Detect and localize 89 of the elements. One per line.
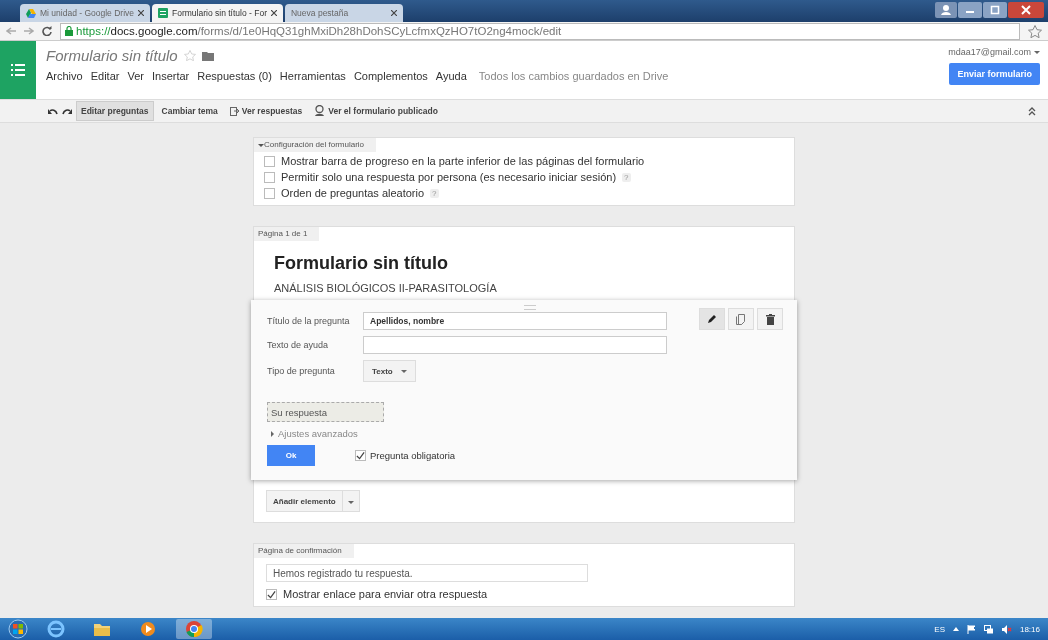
taskbar-button[interactable] (176, 619, 212, 639)
save-status: Todos los cambios guardados en Drive (478, 70, 669, 82)
checkbox[interactable] (264, 187, 275, 199)
field-label: Tipo de pregunta (267, 366, 336, 376)
checkbox[interactable] (264, 171, 275, 183)
menu-item[interactable]: Respuestas (0) (197, 70, 272, 82)
chevron-up-icon[interactable] (952, 627, 959, 631)
menu-item[interactable]: Archivo (46, 70, 83, 82)
close-icon[interactable] (270, 10, 277, 16)
language-indicator[interactable]: ES (934, 624, 945, 634)
caret-icon (271, 430, 274, 437)
menu-item[interactable]: Herramientas (279, 70, 346, 82)
folder-icon[interactable] (201, 50, 214, 61)
maximize-icon[interactable] (983, 2, 1007, 18)
toolbar-button[interactable]: Ver respuestas (225, 102, 307, 120)
flag-icon[interactable] (966, 624, 976, 634)
play-icon[interactable] (140, 621, 156, 637)
reload-icon[interactable] (42, 26, 52, 36)
menu-item[interactable]: Insertar (151, 70, 190, 82)
ok-button[interactable]: Ok (267, 445, 315, 466)
address-bar[interactable]: https://docs.google.com/forms/d/1e0HqQ31ghMxiDh28hDohSCyLcfmxQzHO7tO2ng4mock/edit (60, 22, 1020, 40)
close-icon[interactable] (390, 10, 397, 16)
menu-item[interactable]: Ayuda (435, 70, 467, 82)
type-dropdown[interactable]: Texto (363, 360, 416, 382)
advanced-settings-link[interactable]: Ajustes avanzados (267, 428, 781, 439)
page-label: Página 1 de 1 (254, 227, 320, 241)
pencil-icon (707, 314, 717, 324)
trash-icon (765, 313, 775, 325)
answer-preview: Su respuesta (267, 402, 384, 422)
checkbox[interactable] (264, 155, 275, 167)
option-label: Permitir solo una respuesta por persona (es necesario iniciar sesión) (281, 171, 617, 183)
drive-icon (26, 8, 36, 18)
edit-button[interactable] (699, 308, 725, 330)
checkbox-label: Pregunta obligatoria (370, 450, 456, 461)
form-title[interactable]: Formulario sin título (46, 47, 178, 64)
network-icon[interactable] (983, 624, 994, 634)
start-icon[interactable] (8, 619, 28, 639)
copy-icon (736, 313, 746, 325)
menu-icon[interactable] (11, 64, 25, 76)
add-item-button[interactable]: Añadir elemento (266, 490, 360, 512)
delete-button[interactable] (757, 308, 783, 330)
collapse-icon[interactable] (1028, 106, 1036, 116)
caret-icon[interactable] (1034, 50, 1040, 54)
menu-item[interactable]: Editar (90, 70, 120, 82)
option-label: Orden de preguntas aleatorio (281, 187, 425, 199)
forms-icon (158, 8, 168, 18)
account-email[interactable]: mdaa17@gmail.com (948, 47, 1031, 57)
form-description: ANÁLISIS BIOLÓGICOS II-PARASITOLOGÍA (273, 282, 498, 296)
user-icon[interactable] (935, 2, 957, 18)
browser-tab[interactable]: Mi unidad - Google Drive (20, 4, 150, 22)
text-field[interactable] (363, 336, 667, 354)
caret-icon[interactable] (258, 144, 264, 147)
option-label: Mostrar enlace para enviar otra respuesta (283, 588, 488, 600)
page-label: Página de confirmación (254, 544, 354, 558)
redo-icon[interactable] (62, 107, 72, 115)
toolbar-button[interactable]: Ver el formulario publicado (310, 101, 442, 121)
responses-icon (229, 106, 239, 116)
message-field[interactable]: Hemos registrado tu respuesta. (266, 564, 588, 582)
browser-tab[interactable]: Nueva pestaña (284, 4, 403, 22)
text-field[interactable]: Apellidos, nombre (363, 312, 667, 330)
checkbox[interactable] (266, 588, 277, 600)
lock-icon (65, 26, 73, 36)
browser-tab[interactable]: Formulario sin título - For (152, 4, 283, 22)
star-icon[interactable] (1028, 24, 1042, 38)
menu-item[interactable]: Complementos (353, 70, 428, 82)
undo-icon[interactable] (48, 107, 58, 115)
drag-handle[interactable] (524, 305, 536, 310)
toolbar-button[interactable]: Cambiar tema (157, 102, 222, 120)
close-icon[interactable] (138, 10, 144, 16)
star-icon[interactable] (183, 50, 196, 61)
form-heading: Formulario sin título (273, 252, 449, 275)
folder-icon[interactable] (93, 621, 111, 637)
caret-icon (400, 369, 407, 373)
field-label: Texto de ayuda (267, 340, 330, 350)
minimize-icon[interactable] (958, 2, 982, 18)
speaker-icon[interactable] (1001, 624, 1012, 634)
toolbar-button[interactable]: Editar preguntas (76, 101, 154, 121)
menu-item[interactable]: Ver (127, 70, 144, 82)
send-form-button[interactable]: Enviar formulario (949, 63, 1040, 85)
checkbox[interactable] (355, 450, 366, 461)
close-icon[interactable] (1008, 2, 1044, 18)
field-label: Título de la pregunta (267, 316, 351, 326)
clock[interactable]: 18:16 (1019, 624, 1040, 634)
chrome-icon[interactable] (185, 620, 203, 638)
person-globe-icon (314, 105, 326, 117)
option-label: Mostrar barra de progreso en la parte inferior de las páginas del formulario (281, 155, 645, 167)
duplicate-button[interactable] (728, 308, 754, 330)
globe-e-icon[interactable] (47, 620, 65, 638)
caret-icon (347, 500, 354, 504)
